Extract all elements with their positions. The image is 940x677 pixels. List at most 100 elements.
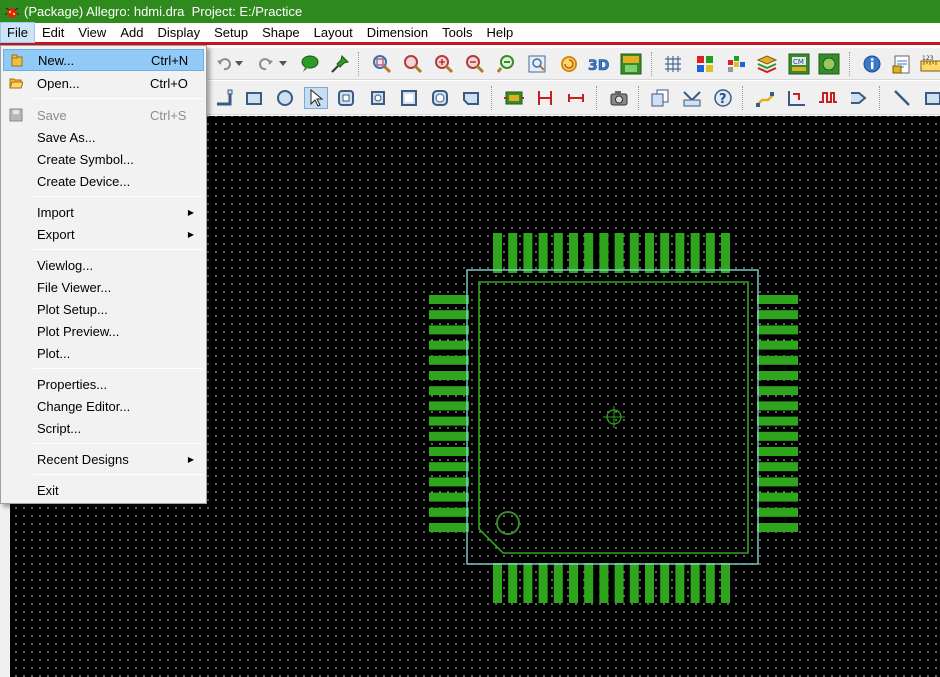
select-rect-icon[interactable]	[242, 87, 266, 109]
undo-dropdown-icon[interactable]	[232, 53, 246, 75]
menu-layout[interactable]: Layout	[307, 22, 360, 43]
menu-script-item[interactable]: Script...	[3, 417, 204, 439]
menu-save-as-label: Save As...	[37, 129, 96, 145]
comment-icon[interactable]	[298, 53, 322, 75]
zoom-in-icon[interactable]	[432, 53, 456, 75]
top-pin-pad	[584, 233, 594, 273]
select-shape-icon[interactable]	[366, 87, 390, 109]
move-icon[interactable]	[680, 87, 704, 109]
left-pin-pad	[429, 416, 469, 426]
menu-create-symbol-item[interactable]: Create Symbol...	[3, 148, 204, 170]
pin-icon[interactable]	[328, 53, 352, 75]
menu-plot-item[interactable]: Plot...	[3, 342, 204, 364]
delay-tune-icon[interactable]	[816, 87, 840, 109]
menu-save-as-item[interactable]: Save As...	[3, 126, 204, 148]
menu-tools[interactable]: Tools	[435, 22, 479, 43]
ruler-icon[interactable]: 123	[918, 53, 940, 75]
menu-script-label: Script...	[37, 420, 82, 436]
right-pin-pad	[757, 325, 798, 335]
menu-help[interactable]: Help	[479, 22, 520, 43]
help-icon[interactable]: ?	[711, 87, 735, 109]
cm-manager-icon[interactable]: CM	[787, 53, 811, 75]
menu-view[interactable]: View	[71, 22, 113, 43]
select-circle-icon[interactable]	[273, 87, 297, 109]
menu-recent-designs-item[interactable]: Recent Designs ▶	[3, 448, 204, 470]
menu-properties-item[interactable]: Properties...	[3, 373, 204, 395]
menu-plot-setup-item[interactable]: Plot Setup...	[3, 298, 204, 320]
top-pin-pad	[523, 233, 533, 273]
window-title: (Package) Allegro: hdmi.dra Project: E:/…	[24, 4, 303, 19]
menu-dimension[interactable]: Dimension	[360, 22, 435, 43]
menu-edit[interactable]: Edit	[35, 22, 71, 43]
menu-change-editor-item[interactable]: Change Editor...	[3, 395, 204, 417]
redo-icon[interactable]	[254, 53, 278, 75]
zoom-out-icon[interactable]	[463, 53, 487, 75]
measure-icon[interactable]	[890, 53, 914, 75]
select-pointer-icon[interactable]	[304, 87, 328, 109]
menu-create-device-item[interactable]: Create Device...	[3, 170, 204, 192]
menu-viewlog-label: Viewlog...	[37, 257, 94, 273]
dimension-vertical-icon[interactable]	[533, 87, 557, 109]
flip-board-icon[interactable]	[619, 53, 643, 75]
menu-file[interactable]: File	[0, 22, 35, 43]
menu-file-viewer-item[interactable]: File Viewer...	[3, 276, 204, 298]
menu-import-item[interactable]: Import ▶	[3, 201, 204, 223]
menu-add[interactable]: Add	[113, 22, 150, 43]
add-line-icon[interactable]	[890, 87, 914, 109]
menu-new-item[interactable]: New... Ctrl+N	[3, 49, 204, 71]
select-polygon-icon[interactable]	[459, 87, 483, 109]
open-folder-icon	[9, 78, 23, 89]
add-connect-icon[interactable]	[753, 87, 777, 109]
dimension-horizontal-icon[interactable]	[564, 87, 588, 109]
menu-export-item[interactable]: Export ▶	[3, 223, 204, 245]
menu-save-item[interactable]: Save Ctrl+S	[3, 104, 204, 126]
right-pin-pad	[757, 523, 798, 532]
left-pin-pad	[429, 355, 469, 365]
bottom-pin-pad	[538, 563, 548, 603]
menu-export-label: Export	[37, 226, 75, 242]
menu-open-label: Open...	[37, 75, 80, 91]
route-arrow-icon[interactable]	[847, 87, 871, 109]
select-cavity-icon[interactable]	[428, 87, 452, 109]
layer-stack-icon[interactable]	[755, 53, 779, 75]
top-pin-pad	[629, 233, 639, 273]
left-pin-pad	[429, 447, 469, 456]
zoom-previous-icon[interactable]	[495, 53, 519, 75]
menu-bar: File Edit View Add Display Setup Shape L…	[0, 22, 940, 45]
grid-icon[interactable]	[661, 53, 685, 75]
zoom-world-icon[interactable]	[525, 53, 549, 75]
menu-display[interactable]: Display	[150, 22, 207, 43]
select-void-icon[interactable]	[397, 87, 421, 109]
menu-exit-item[interactable]: Exit	[3, 479, 204, 501]
zoom-points-icon[interactable]	[401, 53, 425, 75]
slide-icon[interactable]	[785, 87, 809, 109]
menu-setup[interactable]: Setup	[207, 22, 255, 43]
color-dialog-icon[interactable]	[693, 53, 717, 75]
bottom-pin-pad	[705, 563, 715, 603]
info-icon[interactable]	[860, 53, 884, 75]
redraw-icon[interactable]	[557, 53, 581, 75]
select-arc-icon[interactable]	[334, 87, 358, 109]
left-pin-pad	[429, 401, 469, 411]
menu-create-symbol-label: Create Symbol...	[37, 151, 134, 167]
menu-plot-preview-item[interactable]: Plot Preview...	[3, 320, 204, 342]
shadow-mode-icon[interactable]	[724, 53, 748, 75]
add-pin-icon[interactable]	[502, 87, 526, 109]
select-line-icon[interactable]	[212, 87, 236, 109]
3d-view-icon[interactable]: 3D	[586, 53, 612, 75]
menu-import-label: Import	[37, 204, 74, 220]
top-pin-pad	[705, 233, 715, 273]
bottom-pin-pad	[721, 563, 730, 603]
bottom-pin-pad	[690, 563, 700, 603]
camera-icon[interactable]	[607, 87, 631, 109]
menu-shape[interactable]: Shape	[255, 22, 307, 43]
menu-open-item[interactable]: Open... Ctrl+O	[3, 72, 204, 94]
right-pin-pad	[757, 340, 798, 350]
add-rect-icon[interactable]	[921, 87, 940, 109]
copy-icon[interactable]	[648, 87, 672, 109]
right-pin-pad	[757, 492, 798, 502]
zoom-fit-icon[interactable]	[370, 53, 394, 75]
redo-dropdown-icon[interactable]	[276, 53, 290, 75]
menu-viewlog-item[interactable]: Viewlog...	[3, 254, 204, 276]
board-view-icon[interactable]	[817, 53, 841, 75]
